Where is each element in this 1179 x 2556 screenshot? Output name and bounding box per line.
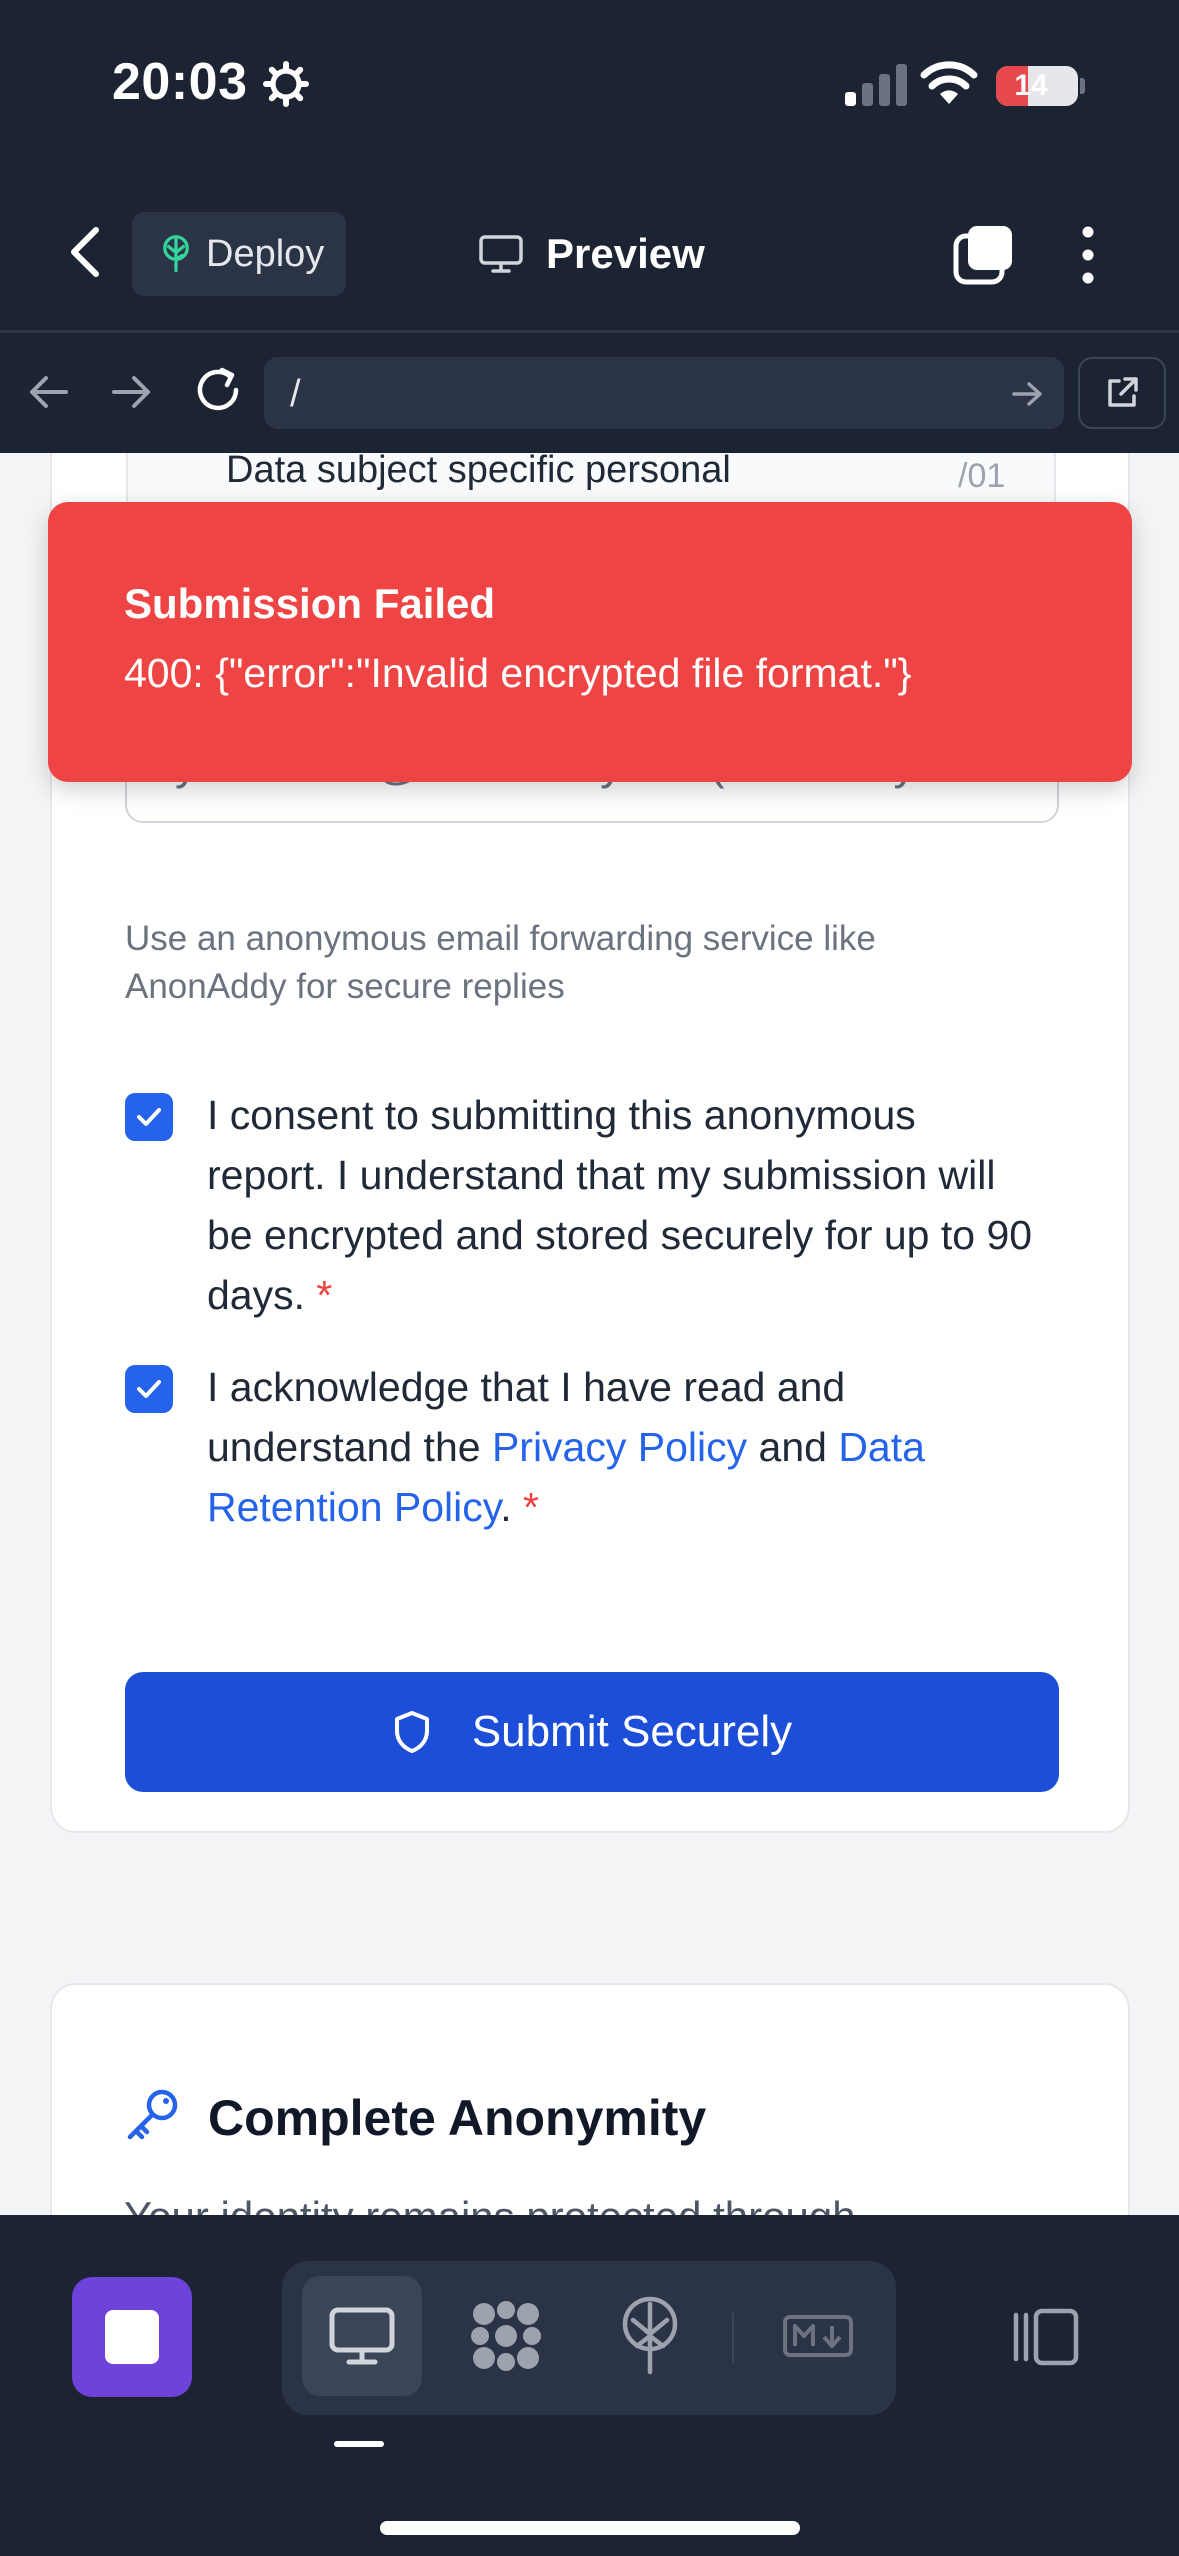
app-icon-square — [105, 2310, 159, 2364]
go-arrow-icon[interactable] — [1010, 379, 1044, 409]
active-view-indicator — [334, 2441, 384, 2447]
data-category-extra: /01 — [958, 457, 1006, 495]
info-card-title: Complete Anonymity — [208, 2090, 707, 2146]
desktop-view-button[interactable] — [302, 2276, 422, 2396]
signal-icon — [845, 64, 907, 106]
anonymity-info-card: Complete Anonymity Your identity remains… — [50, 1983, 1130, 2215]
error-toast[interactable]: Submission Failed 400: {"error":"Invalid… — [48, 502, 1132, 782]
markdown-view-button[interactable] — [758, 2276, 878, 2396]
more-options-icon[interactable] — [1068, 224, 1108, 286]
preview-label: Preview — [546, 230, 705, 277]
checkmark-icon — [137, 1108, 161, 1126]
data-category-label: Data subject specific personal — [226, 453, 731, 491]
external-link-icon — [1108, 377, 1138, 407]
deploy-button[interactable]: Deploy — [132, 212, 346, 296]
deploy-view-button[interactable] — [590, 2276, 710, 2396]
checkmark-icon — [137, 1380, 161, 1398]
nav-forward-icon[interactable] — [108, 370, 156, 414]
email-help-text: Use an anonymous email forwarding servic… — [125, 919, 876, 1006]
required-mark: * — [316, 1272, 333, 1318]
toast-title: Submission Failed — [124, 580, 496, 627]
app-icon[interactable] — [72, 2277, 192, 2397]
key-icon — [127, 2089, 178, 2140]
view-switcher — [282, 2261, 896, 2415]
acknowledge-label: I acknowledge that I have read and under… — [207, 1357, 1037, 1537]
submit-label: Submit Securely — [471, 1707, 793, 1756]
back-icon[interactable] — [60, 222, 110, 282]
url-text: / — [290, 373, 301, 415]
panel-icon[interactable] — [1010, 2307, 1080, 2367]
desktop-icon — [329, 2307, 395, 2365]
bottom-toolbar — [0, 2215, 1179, 2556]
switcher-separator — [732, 2313, 734, 2363]
deploy-tree-icon — [163, 235, 189, 273]
tabs-icon[interactable] — [952, 224, 1014, 286]
consent-row: I consent to submitting this anonymous r… — [125, 1085, 1037, 1325]
required-mark: * — [523, 1484, 540, 1530]
app-header: 20:03 14 Deploy Preview — [0, 0, 1179, 330]
blocks-view-button[interactable] — [446, 2276, 566, 2396]
consent-label: I consent to submitting this anonymous r… — [207, 1085, 1037, 1325]
battery-tip — [1080, 78, 1085, 94]
markdown-icon — [783, 2315, 853, 2357]
url-input[interactable]: / — [264, 357, 1064, 429]
preview-tab[interactable]: Preview — [478, 224, 705, 284]
status-time: 20:03 — [112, 53, 248, 111]
battery-text: 14 — [1014, 69, 1048, 102]
deploy-icon — [622, 2296, 678, 2375]
shield-icon — [394, 1711, 429, 1753]
monitor-icon — [479, 235, 523, 273]
info-card-body: Your identity remains protected through — [124, 2193, 856, 2215]
wifi-icon — [920, 61, 978, 104]
privacy-policy-link[interactable]: Privacy Policy — [492, 1424, 747, 1470]
battery-indicator: 14 — [996, 66, 1078, 106]
home-indicator[interactable] — [380, 2521, 800, 2535]
toast-message: 400: {"error":"Invalid encrypted file fo… — [124, 650, 912, 696]
reload-icon[interactable] — [192, 364, 244, 416]
blocks-icon — [471, 2301, 541, 2371]
acknowledge-checkbox[interactable] — [125, 1365, 173, 1413]
open-external-button[interactable] — [1078, 357, 1166, 429]
consent-checkbox[interactable] — [125, 1093, 173, 1141]
nav-back-icon[interactable] — [24, 370, 72, 414]
submit-securely-button[interactable]: Submit Securely — [125, 1672, 1059, 1792]
gear-icon — [263, 61, 309, 107]
acknowledge-suffix: . — [500, 1484, 512, 1530]
acknowledge-row: I acknowledge that I have read and under… — [125, 1357, 1037, 1537]
deploy-label: Deploy — [206, 232, 325, 275]
acknowledge-and: and — [747, 1424, 839, 1470]
